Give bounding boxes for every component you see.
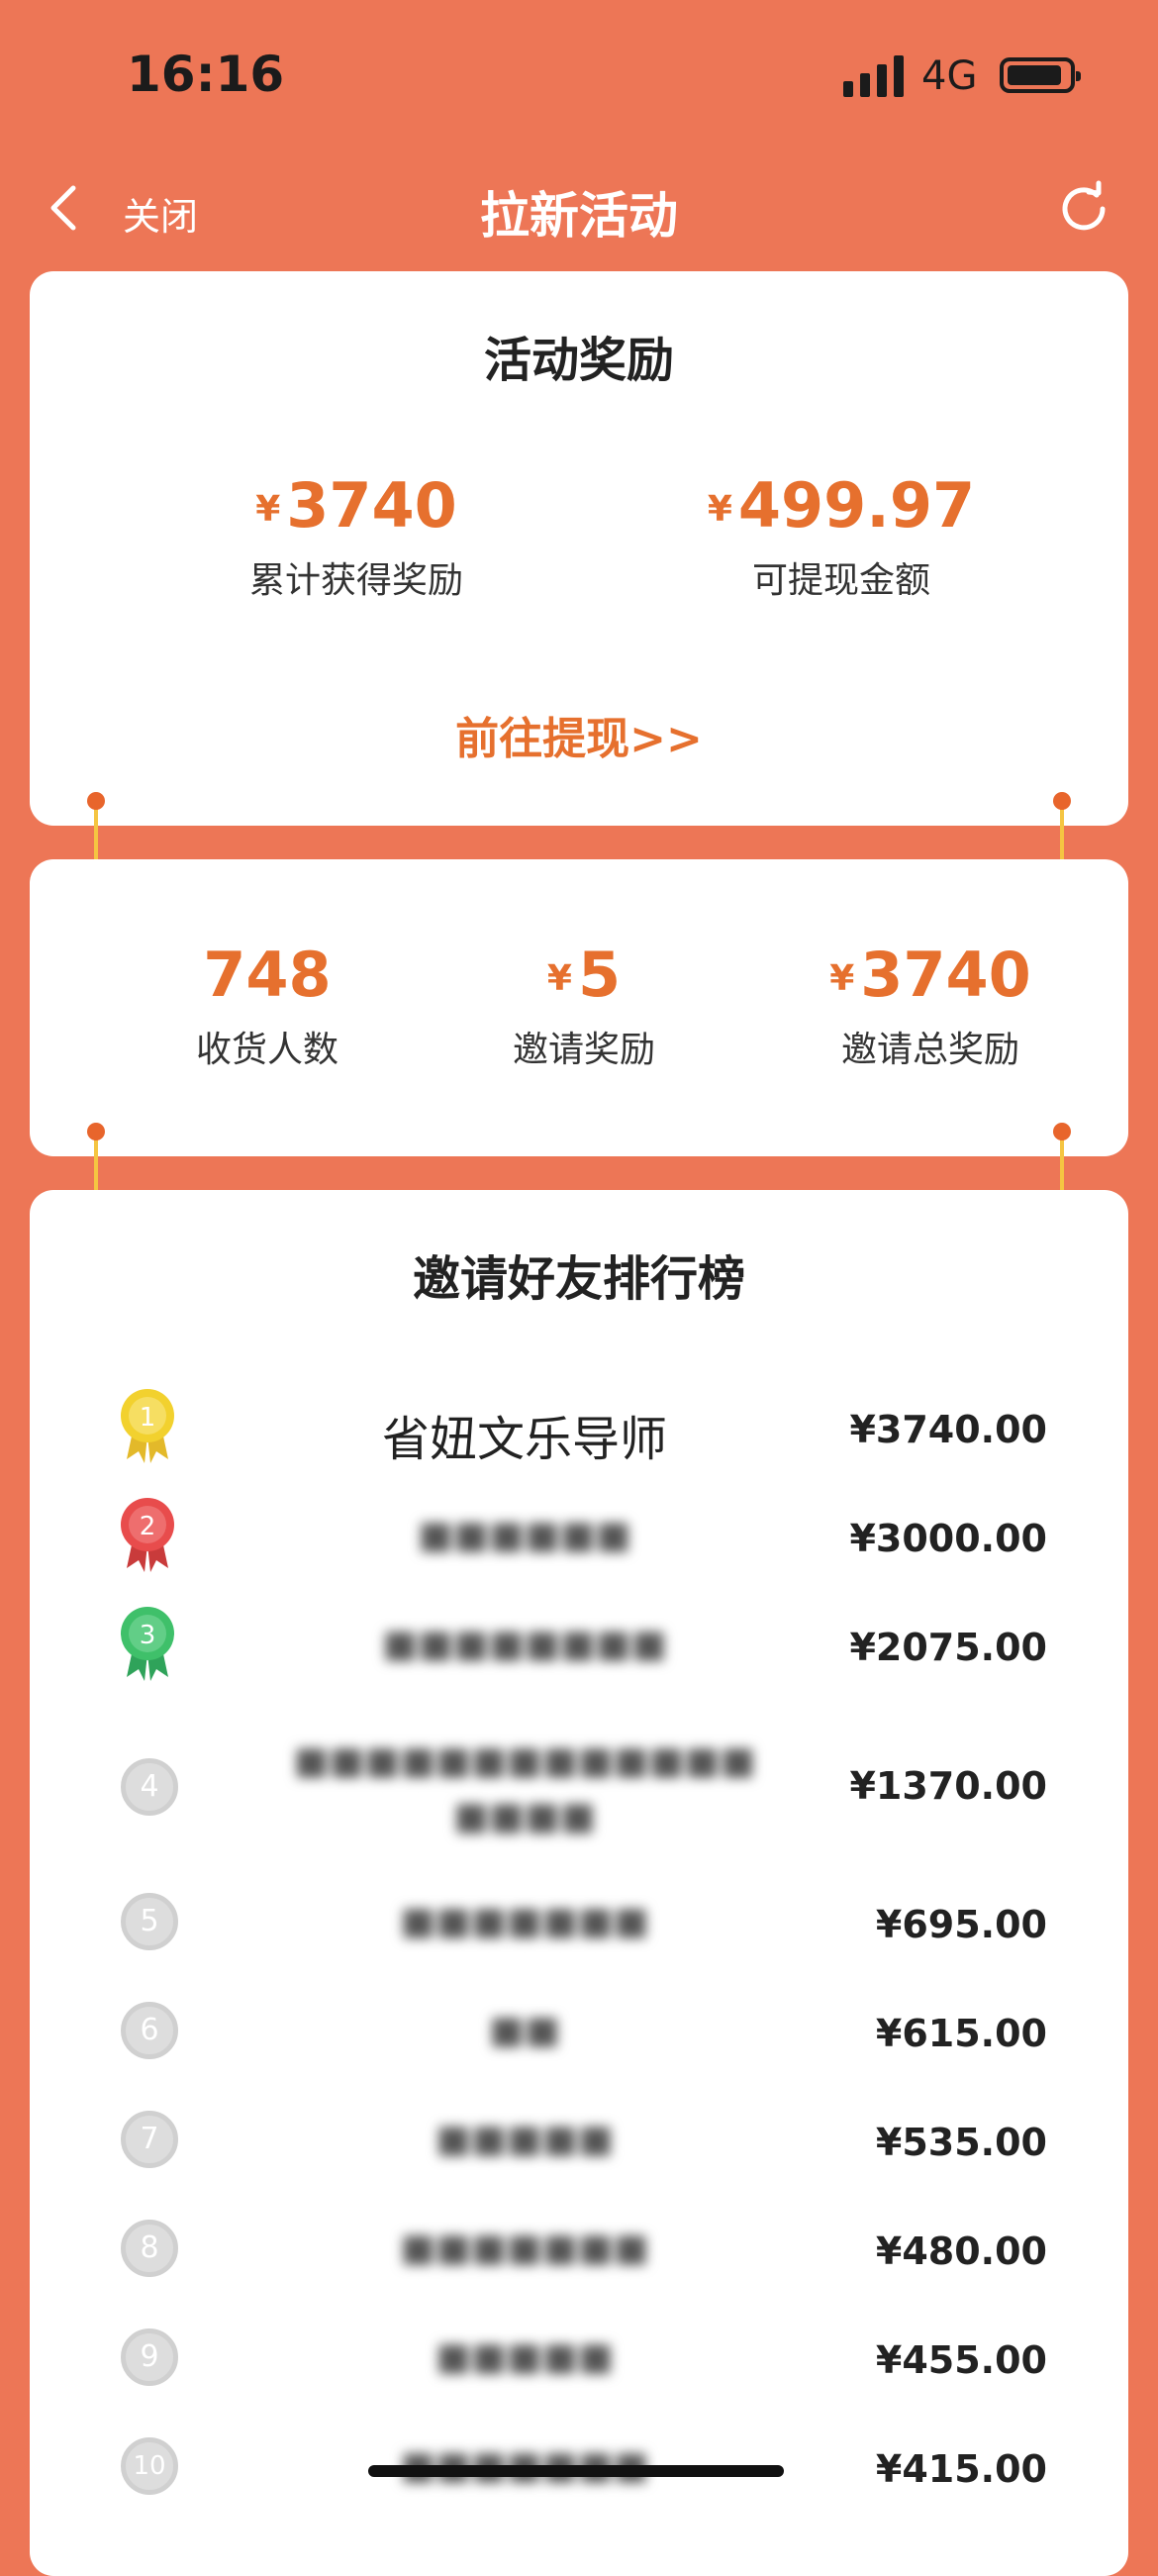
svg-text:3: 3 [140,1621,156,1650]
withdrawable-value: 499.97 [737,469,976,542]
reward-card-title: 活动奖励 [483,333,674,388]
total-reward-label: 累计获得奖励 [248,560,463,601]
leaderboard-row: 3 ■■■■■■■■ ¥2075.00 [30,1606,1128,1695]
rank-badge: 6 [121,2002,178,2059]
gold-medal-icon: 1 [117,1388,178,1465]
status-bar: 16:16 4G [0,0,1158,149]
rank-name: 省妞文乐导师 [381,1412,667,1467]
refresh-icon[interactable] [1055,180,1112,238]
invite-stats-card: 748 收货人数 ¥5 邀请奖励 ¥3740 邀请总奖励 [30,859,1128,1156]
status-time: 16:16 [127,46,285,103]
rank-amount: ¥3000.00 [849,1517,1047,1560]
rank-name: ■■■■■■■■■■■■■ ■■■■ [293,1738,756,1837]
withdrawable-stat: ¥499.97 可提现金额 [663,469,1019,603]
currency-symbol: ¥ [546,958,572,999]
rank-amount: ¥415.00 [875,2447,1047,2491]
rank-name: ■■■■■■ [418,1513,631,1556]
rank-name: ■■■■■■■ [400,2226,649,2269]
leaderboard-row: 1 省妞文乐导师 ¥3740.00 [30,1388,1128,1477]
rank-badge: 7 [121,2111,178,2168]
rank-name: ■■■■■ [435,2117,614,2160]
rank-amount: ¥3740.00 [849,1408,1047,1451]
red-medal-icon: 2 [117,1497,178,1574]
total-reward-stat: ¥3740 累计获得奖励 [198,469,515,603]
receivers-value: 748 [203,939,332,1011]
leaderboard-row: 8 ■■■■■■■ ¥480.00 [30,2210,1128,2299]
rank-name: ■■■■■■■ [400,1899,649,1942]
currency-symbol: ¥ [255,489,281,530]
leaderboard-row: 7 ■■■■■ ¥535.00 [30,2101,1128,2190]
rank-name: ■■■■■■■■ [382,1622,667,1665]
svg-text:1: 1 [140,1403,156,1433]
currency-symbol: ¥ [829,958,855,999]
rank-amount: ¥695.00 [875,1903,1047,1946]
invite-reward-stat: ¥5 邀请奖励 [455,939,713,1072]
page-title: 拉新活动 [480,187,678,245]
invite-reward-value: 5 [577,939,622,1011]
rank-amount: ¥480.00 [875,2229,1047,2273]
currency-symbol: ¥ [707,489,732,530]
invite-reward-label: 邀请奖励 [512,1030,655,1070]
receivers-label: 收货人数 [195,1030,338,1070]
reward-card: 活动奖励 ¥3740 累计获得奖励 ¥499.97 可提现金额 前往提现>> [30,271,1128,826]
leaderboard-row: 2 ■■■■■■ ¥3000.00 [30,1497,1128,1586]
rank-amount: ¥615.00 [875,2012,1047,2055]
signal-icon [843,55,904,97]
rank-badge: 10 [121,2437,178,2495]
svg-text:2: 2 [140,1512,156,1541]
leaderboard-row: 6 ■■ ¥615.00 [30,1992,1128,2081]
rank-amount: ¥2075.00 [849,1626,1047,1669]
invite-total-value: 3740 [860,939,1031,1011]
nav-bar: 关闭 拉新活动 [0,158,1158,257]
invite-total-label: 邀请总奖励 [840,1030,1019,1070]
leaderboard-row: 4 ■■■■■■■■■■■■■ ■■■■ ¥1370.00 [30,1725,1128,1843]
home-indicator[interactable] [368,2465,784,2477]
withdraw-link[interactable]: 前往提现>> [30,703,1128,766]
total-reward-value: 3740 [286,469,457,542]
invite-total-stat: ¥3740 邀请总奖励 [772,939,1089,1072]
green-medal-icon: 3 [117,1606,178,1683]
battery-icon [1000,57,1081,93]
rank-amount: ¥1370.00 [849,1764,1047,1808]
rank-name: ■■ [489,2008,560,2051]
leaderboard-card: 邀请好友排行榜 1 省妞文乐导师 ¥3740.00 2 ■■■■■■ ¥3000… [30,1190,1128,2576]
receivers-stat: 748 收货人数 [139,939,396,1072]
rank-badge: 4 [121,1758,178,1816]
withdrawable-label: 可提现金额 [751,560,930,601]
network-type: 4G [921,53,978,99]
rank-badge: 9 [121,2328,178,2386]
rank-badge: 5 [121,1893,178,1950]
rank-amount: ¥455.00 [875,2338,1047,2382]
leaderboard-row: 9 ■■■■■ ¥455.00 [30,2319,1128,2408]
leaderboard-row: 5 ■■■■■■■ ¥695.00 [30,1883,1128,1972]
rank-badge: 8 [121,2220,178,2277]
rank-amount: ¥535.00 [875,2121,1047,2164]
rank-name: ■■■■■ [435,2334,614,2378]
leaderboard-title: 邀请好友排行榜 [412,1251,745,1307]
